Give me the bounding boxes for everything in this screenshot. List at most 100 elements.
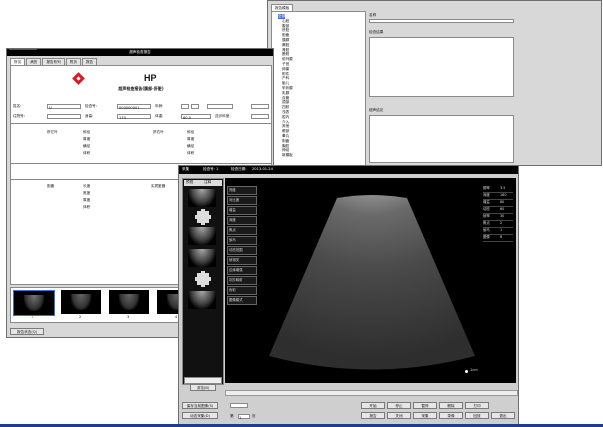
page-total: 页 <box>252 414 256 418</box>
report-titlebar: 超声检查报告 <box>7 49 273 56</box>
info-key: 深度 <box>483 193 490 197</box>
info-value: 160 <box>500 193 507 197</box>
gallbladder-item: 宽度 <box>83 191 91 195</box>
preview-thumb[interactable] <box>188 249 216 267</box>
start-button[interactable]: 开始 <box>361 402 385 409</box>
info-value: 80 <box>500 200 505 204</box>
extra-field[interactable] <box>251 104 269 109</box>
info-key: 帧率 <box>483 214 490 218</box>
tab-report-template[interactable]: 报告模板 <box>271 4 294 11</box>
inpatient-field[interactable] <box>47 114 81 119</box>
window-icon-4[interactable] <box>30 49 37 50</box>
tab-notes[interactable]: 注释 <box>204 180 211 185</box>
info-value: B <box>500 235 503 239</box>
exam-no-field[interactable]: 000000001 <box>117 104 151 110</box>
thumbnail[interactable] <box>13 290 55 316</box>
report-status-button[interactable]: 报告状态(Q) <box>10 328 44 335</box>
film-icon <box>195 271 211 287</box>
liver-left-item: 厚度 <box>83 137 91 141</box>
name-field[interactable] <box>369 19 514 23</box>
dynamic-capture-button[interactable]: 动态采集(D) <box>182 412 218 419</box>
info-key: 图像 <box>483 235 490 239</box>
preview-thumb[interactable] <box>188 291 216 309</box>
tab-report-series[interactable]: 报告系列 <box>42 58 65 65</box>
window-icon-2[interactable] <box>16 49 23 50</box>
liver-right-item: 厚度 <box>187 137 195 141</box>
weight-field[interactable]: 60.0 <box>181 114 211 120</box>
liver-right-item: 横径 <box>187 144 195 148</box>
tab-appendix[interactable]: 附页 <box>65 58 81 65</box>
findings-label: 检查结果 <box>369 30 384 34</box>
height-label: 身高: <box>85 114 94 118</box>
browse-button[interactable]: 浏览(B) <box>190 384 216 391</box>
dept-field[interactable] <box>251 114 269 119</box>
conclusion-textarea[interactable] <box>369 115 514 163</box>
preview-thumb[interactable] <box>188 189 216 207</box>
info-row: 深度 160 <box>483 193 513 200</box>
info-value: 2 <box>500 221 503 225</box>
exit-button[interactable]: 退出 <box>491 412 515 419</box>
thumbnail-label: 2 <box>79 315 82 319</box>
capture-button[interactable]: 采集 <box>413 412 437 419</box>
conclusion-label: 超声结论 <box>369 108 384 112</box>
pause-button[interactable]: 暂停 <box>413 402 437 409</box>
exam-date-label: 检查日期: <box>231 167 247 171</box>
age-label: 年龄: <box>155 104 164 108</box>
hospital-logo-icon <box>72 72 85 85</box>
window-icon-3[interactable] <box>23 49 30 50</box>
tab-preview[interactable]: 预视 <box>186 180 193 185</box>
info-key: 焦点 <box>483 221 490 225</box>
thumbnail[interactable] <box>109 290 149 314</box>
info-row: 伽马 1 <box>483 228 513 235</box>
tab-report[interactable]: 报告 <box>81 58 98 65</box>
slider-track[interactable] <box>225 390 518 396</box>
preview-select[interactable] <box>184 377 222 384</box>
liver-left-title: 肝左叶 <box>47 130 58 134</box>
thumbnail[interactable] <box>61 290 101 314</box>
weight-label: 体重: <box>155 114 164 118</box>
age-unit-select[interactable] <box>191 104 199 109</box>
playback-button[interactable]: 回放 <box>465 412 489 419</box>
thumbnail-label: 3 <box>127 315 130 319</box>
info-row: 动态 60 <box>483 207 513 214</box>
delete-button[interactable]: 删除 <box>439 402 463 409</box>
gallbladder-item: 体积 <box>83 205 91 209</box>
save-image-button[interactable]: 保存当前图像(S) <box>182 402 218 409</box>
sex-select[interactable] <box>207 104 233 109</box>
window-icon-1[interactable] <box>9 49 16 50</box>
name-field[interactable]: U <box>47 104 81 110</box>
inpatient-label: 住院号: <box>13 114 25 118</box>
age-field[interactable] <box>181 104 189 109</box>
liver-right-item: 体积 <box>187 151 195 155</box>
ultrasound-display: 亮度 对比度 增益 深度 焦点 伽马 动态范围 帧相关 边缘增强 灰阶映射 伪彩 图像模式 频率 3.5… <box>225 178 516 383</box>
close-button[interactable]: 关闭 <box>387 412 411 419</box>
mode-select[interactable] <box>230 403 248 408</box>
findings-textarea[interactable] <box>369 37 514 97</box>
gallbladder-item: 厚度 <box>83 198 91 202</box>
report-title: 超声检查报告 <box>129 50 151 54</box>
preview-thumb[interactable] <box>188 227 216 245</box>
stop-button[interactable]: 停止 <box>387 402 411 409</box>
info-key: 伽马 <box>483 228 490 232</box>
info-table: 频率 3.5 深度 160 增益 80 动态 60 帧率 30 焦点 2 伽马 1 图像 B <box>483 186 513 242</box>
divider <box>11 123 271 124</box>
report-button[interactable]: 报告 <box>361 412 385 419</box>
report-heading: 超声检查报告(腹部-肝脏) <box>118 86 164 91</box>
info-row: 频率 3.5 <box>483 186 513 193</box>
liver-right-title: 肝右叶 <box>153 130 164 134</box>
tab-history[interactable]: 病历 <box>26 58 42 65</box>
page-input[interactable]: 1 <box>238 414 250 420</box>
ultrasound-image <box>269 195 475 370</box>
exam-number: 检查号: 1 <box>203 167 219 171</box>
height-field[interactable]: 170 <box>117 114 151 120</box>
logo-text: HP <box>144 73 157 83</box>
print-button[interactable]: 打印 <box>465 402 489 409</box>
thumbnail-label: 4 <box>175 315 178 319</box>
record-button[interactable]: 录像 <box>439 412 463 419</box>
spleen-title: 实质脏器 <box>151 184 166 188</box>
info-value: 1 <box>500 228 503 232</box>
tree-item[interactable]: 新模板 <box>278 153 365 158</box>
info-key: 增益 <box>483 200 490 204</box>
tab-findings[interactable]: 所见 <box>10 58 26 65</box>
info-row: 增益 80 <box>483 200 513 207</box>
